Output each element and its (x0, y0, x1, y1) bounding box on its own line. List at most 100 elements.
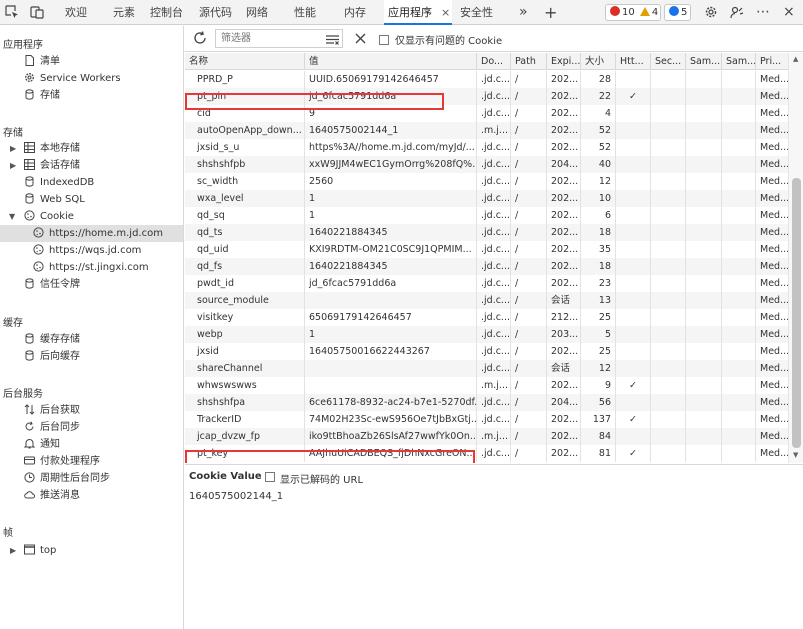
table-row[interactable]: pwdt_id jd_6fcac5791dd6a .jd.c.../202... 23… (185, 275, 789, 292)
column-header-path[interactable]: Path (511, 53, 547, 70)
refresh-icon[interactable] (193, 31, 207, 45)
cookie-value-text[interactable]: 1640575002144_1 (189, 491, 283, 502)
sidebar-item-label: 付款处理程序 (40, 456, 100, 467)
table-row[interactable]: jxsid_s_u https%3A//home.m.jd.com/myJd/..… (185, 139, 789, 156)
column-header-expires[interactable]: Expi... (547, 53, 581, 70)
cell-expires: 202... (547, 343, 581, 360)
tab-console[interactable]: 控制台 (146, 0, 187, 25)
tab-welcome[interactable]: 欢迎 (61, 0, 91, 25)
close-devtools-icon[interactable]: × (779, 0, 799, 25)
column-header-domain[interactable]: Do... (477, 53, 511, 70)
table-row[interactable]: webp 1 .jd.c.../203... 5 Med... (185, 326, 789, 343)
tab-memory[interactable]: 内存 (340, 0, 370, 25)
sidebar-item-frame-top[interactable]: top (24, 542, 56, 559)
tab-sources[interactable]: 源代码 (195, 0, 236, 25)
cell-httponly (616, 156, 651, 173)
sidebar-item-push-messaging[interactable]: 推送消息 (24, 487, 80, 504)
scroll-up-arrow-icon[interactable]: ▲ (793, 55, 798, 63)
settings-gear-icon[interactable] (704, 5, 718, 19)
sidebar-item-cookie-origin-wqs-jd[interactable]: https://wqs.jd.com (33, 242, 141, 259)
sidebar-item-cookies[interactable]: Cookie (24, 208, 74, 225)
sidebar-item-trust-tokens[interactable]: 信任令牌 (24, 276, 80, 293)
scrollbar-thumb[interactable] (792, 178, 801, 448)
cell-secure (651, 428, 686, 445)
sidebar-item-session-storage[interactable]: 会话存储 (24, 157, 80, 174)
sidebar-item-periodic-background-sync[interactable]: 周期性后台同步 (24, 470, 110, 487)
table-row[interactable]: qd_sq 1 .jd.c.../202... 6 Med... (185, 207, 789, 224)
column-header-httponly[interactable]: Htt... (616, 53, 651, 70)
cell-domain: .jd.c... (477, 326, 511, 343)
column-header-value[interactable]: 值 (305, 53, 477, 70)
table-row[interactable]: PPRD_P UUID.65069179142646457 .jd.c.../202… (185, 71, 789, 88)
table-row[interactable]: source_module .jd.c... / 会话 13 Med... (185, 292, 789, 309)
add-tab-icon[interactable]: + (540, 0, 561, 25)
expand-arrow-icon[interactable]: ▶ (10, 144, 16, 153)
tab-security[interactable]: 安全性 (456, 0, 497, 25)
cell-samesite (686, 156, 722, 173)
table-scrollbar[interactable]: ▲ ▼ (788, 53, 803, 463)
sidebar-item-cookie-origin-home-m-jd[interactable]: https://home.m.jd.com (0, 225, 183, 242)
sidebar-item-background-sync[interactable]: 后台同步 (24, 419, 80, 436)
expand-arrow-icon[interactable]: ▶ (10, 546, 16, 555)
table-row[interactable]: qd_fs 1640221884345 .jd.c.../202... 18 Med..… (185, 258, 789, 275)
tab-performance[interactable]: 性能 (290, 0, 320, 25)
table-row[interactable]: shareChannel .jd.c... / 会话 12 Med... (185, 360, 789, 377)
sidebar-item-notifications[interactable]: 通知 (24, 436, 60, 453)
inspect-element-icon[interactable] (5, 5, 19, 19)
show-decoded-url-checkbox[interactable] (265, 472, 275, 482)
cell-domain: .jd.c... (477, 156, 511, 173)
sidebar-item-service-workers[interactable]: Service Workers (24, 70, 121, 87)
sidebar-item-manifest[interactable]: 清单 (24, 53, 60, 70)
sidebar-item-storage-overview[interactable]: 存储 (24, 87, 60, 104)
tab-elements[interactable]: 元素 (109, 0, 139, 25)
filter-input[interactable] (215, 29, 343, 48)
column-header-name[interactable]: 名称 (185, 53, 305, 70)
table-row[interactable]: sc_width 2560 .jd.c.../202... 12 Med... (185, 173, 789, 190)
table-row[interactable]: shshshfpa 6ce61178-8932-ac24-b7e1-5270df.… (185, 394, 789, 411)
cell-size: 10 (581, 190, 616, 207)
table-row[interactable]: shshshfpb xxW9JJM4wEC1GymOrrg%208fQ%... .j… (185, 156, 789, 173)
tab-network[interactable]: 网络 (242, 0, 272, 25)
delete-selected-icon[interactable] (355, 33, 366, 44)
sidebar-item-local-storage[interactable]: 本地存储 (24, 140, 80, 157)
table-row[interactable]: jxsid 16405750016622443267 .jd.c.../202...… (185, 343, 789, 360)
expand-arrow-icon[interactable]: ▶ (10, 161, 16, 170)
sidebar-item-back-forward-cache[interactable]: 后向缓存 (24, 348, 80, 365)
sidebar-item-web-sql[interactable]: Web SQL (24, 191, 85, 208)
table-row[interactable]: visitkey 65069179142646457 .jd.c.../212...… (185, 309, 789, 326)
sidebar-item-payment-handler[interactable]: 付款处理程序 (24, 453, 100, 470)
cell-value: iko9ttBhoaZb26SlsAf27wwfYk0On... (305, 428, 477, 445)
sidebar-item-label: Service Workers (40, 73, 121, 84)
only-show-issues-checkbox[interactable] (379, 35, 389, 45)
database-icon (25, 333, 34, 344)
cell-size: 25 (581, 309, 616, 326)
issues-counter[interactable]: 10 4 (605, 4, 661, 21)
clear-all-cookies-icon[interactable] (326, 35, 339, 45)
sidebar-item-indexeddb[interactable]: IndexedDB (24, 174, 94, 191)
column-header-size[interactable]: 大小 (581, 53, 616, 70)
info-counter[interactable]: 5 (664, 4, 691, 21)
sidebar-item-background-fetch[interactable]: 后台获取 (24, 402, 80, 419)
table-row[interactable]: qd_uid KXI9RDTM-OM21C0SC9J1QPMIM... .jd.c.… (185, 241, 789, 258)
column-header-samesite[interactable]: Sam... (686, 53, 722, 70)
cell-domain: .jd.c... (477, 360, 511, 377)
table-row[interactable]: TrackerID 74M02H23Sc-ewS956Oe7tJbBxGtj...… (185, 411, 789, 428)
more-tabs-icon[interactable]: » (515, 0, 532, 25)
sidebar-item-cache-storage[interactable]: 缓存存储 (24, 331, 80, 348)
table-row[interactable]: qd_ts 1640221884345 .jd.c.../202... 18 Med..… (185, 224, 789, 241)
column-header-sameparty[interactable]: Sam... (722, 53, 756, 70)
cell-expires: 202... (547, 428, 581, 445)
more-options-icon[interactable]: ⋯ (752, 0, 774, 25)
feedback-icon[interactable] (730, 5, 744, 19)
column-header-secure[interactable]: Sec... (651, 53, 686, 70)
table-row[interactable]: whwswswws .m.j.../202... 9 ✓ Med... (185, 377, 789, 394)
column-header-priority[interactable]: Pri... (756, 53, 789, 70)
sidebar-item-cookie-origin-st-jingxi[interactable]: https://st.jingxi.com (33, 259, 149, 276)
table-row[interactable]: wxa_level 1 .jd.c.../202... 10 Med... (185, 190, 789, 207)
table-row[interactable]: autoOpenApp_down... 1640575002144_1 .m.j..… (185, 122, 789, 139)
scroll-down-arrow-icon[interactable]: ▼ (793, 451, 798, 459)
close-tab-icon[interactable]: × (441, 0, 450, 25)
table-row[interactable]: jcap_dvzw_fp iko9ttBhoaZb26SlsAf27wwfYk0O… (185, 428, 789, 445)
collapse-arrow-icon[interactable]: ▼ (9, 212, 15, 221)
device-emulation-icon[interactable] (30, 5, 44, 19)
